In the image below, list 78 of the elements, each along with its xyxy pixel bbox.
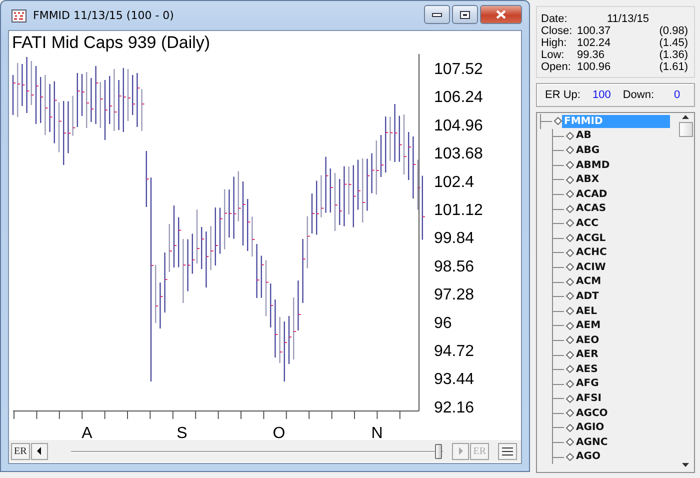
tree-item[interactable]: ABMD (574, 158, 612, 172)
month-label: A (82, 425, 92, 440)
tree-item[interactable]: ABG (574, 144, 602, 157)
right-arrow-icon (458, 447, 464, 455)
price-label: 106.24 (434, 89, 483, 106)
month-label: S (176, 425, 188, 440)
price-label: 97.28 (434, 286, 474, 304)
tree-item[interactable]: AGNC (574, 436, 610, 449)
quote-change: (0.98) (659, 25, 688, 37)
tree-item[interactable]: ACGL (574, 232, 608, 245)
date-label: Date: (541, 13, 568, 25)
price-label: 104.96 (434, 117, 483, 134)
er-down-value: 0 (674, 89, 680, 101)
menu-button[interactable] (498, 442, 517, 460)
price-label: 96 (434, 314, 452, 332)
quote-value: 100.96 (577, 61, 612, 73)
tree-item[interactable]: AEM (574, 319, 603, 332)
price-label: 92.16 (434, 399, 474, 416)
close-button[interactable] (480, 5, 522, 24)
close-icon (496, 10, 506, 19)
price-label: 94.72 (434, 343, 474, 360)
chart-title: FATI Mid Caps 939 (Daily) (11, 32, 210, 54)
left-arrow-icon (36, 447, 42, 455)
er-up-value: 100 (592, 89, 611, 101)
price-label: 103.68 (434, 146, 483, 163)
tree-item[interactable]: ACAS (574, 202, 608, 216)
scroll-thumb[interactable] (678, 122, 692, 137)
tree-item[interactable]: ABX (574, 173, 602, 186)
tree-item[interactable]: AFG (574, 377, 601, 390)
tree-item[interactable]: AB (574, 129, 594, 142)
quote-value: 99.36 (577, 49, 606, 61)
tree-item[interactable]: AER (574, 348, 600, 362)
minimize-button[interactable] (424, 5, 450, 24)
month-label: N (371, 425, 383, 440)
price-label: 93.44 (434, 371, 474, 388)
tree-item[interactable]: ACHC (574, 246, 609, 260)
price-label: 99.84 (434, 230, 474, 248)
tree-item[interactable]: AGCO (574, 406, 610, 420)
tree-item[interactable]: ACM (574, 275, 604, 288)
price-label: 101.12 (434, 202, 483, 219)
tree-item[interactable]: AGIO (574, 421, 606, 434)
quote-label: Close: (541, 25, 574, 37)
date-slider[interactable] (70, 442, 444, 460)
tree-item[interactable]: AEO (574, 334, 602, 347)
tree-item[interactable]: ADT (574, 290, 601, 303)
tree-item[interactable]: ACIW (574, 260, 608, 274)
tree-item[interactable]: AES (574, 362, 600, 376)
quote-change: (1.45) (659, 37, 688, 49)
quote-value: 102.24 (577, 37, 612, 49)
scroll-left-button[interactable] (30, 442, 48, 460)
date-value: 11/13/15 (606, 13, 650, 25)
month-label: O (272, 425, 286, 440)
quote-change: (1.61) (659, 61, 688, 73)
tree-item[interactable]: AEL (574, 304, 599, 318)
er-up-label: ER Up: (545, 89, 580, 101)
minimize-icon (432, 12, 442, 16)
app-icon (11, 8, 27, 24)
menu-icon (502, 446, 513, 456)
quote-change: (1.36) (659, 49, 688, 61)
tree-item[interactable]: ACC (574, 216, 600, 230)
tree-item[interactable]: AGO (574, 450, 602, 464)
up-arrow-icon (682, 115, 689, 119)
down-arrow-icon (682, 463, 689, 467)
tree-item[interactable]: AFSI (574, 392, 604, 406)
maximize-icon (460, 10, 470, 18)
quote-label: High: (541, 37, 568, 49)
quote-label: Open: (541, 61, 572, 73)
price-label: 107.52 (434, 61, 483, 78)
quote-label: Low: (541, 49, 566, 61)
tree-item[interactable]: ACAD (574, 188, 610, 201)
quote-value: 100.37 (577, 25, 612, 37)
price-label: 102.4 (434, 174, 474, 191)
window-title: FMMID 11/13/15 (100 - 0) (33, 9, 174, 22)
slider-thumb[interactable] (435, 444, 442, 458)
er-button[interactable]: ER (11, 442, 30, 460)
price-label: 98.56 (434, 258, 474, 276)
er-down-label: Down: (622, 89, 654, 101)
maximize-button[interactable] (452, 5, 478, 24)
